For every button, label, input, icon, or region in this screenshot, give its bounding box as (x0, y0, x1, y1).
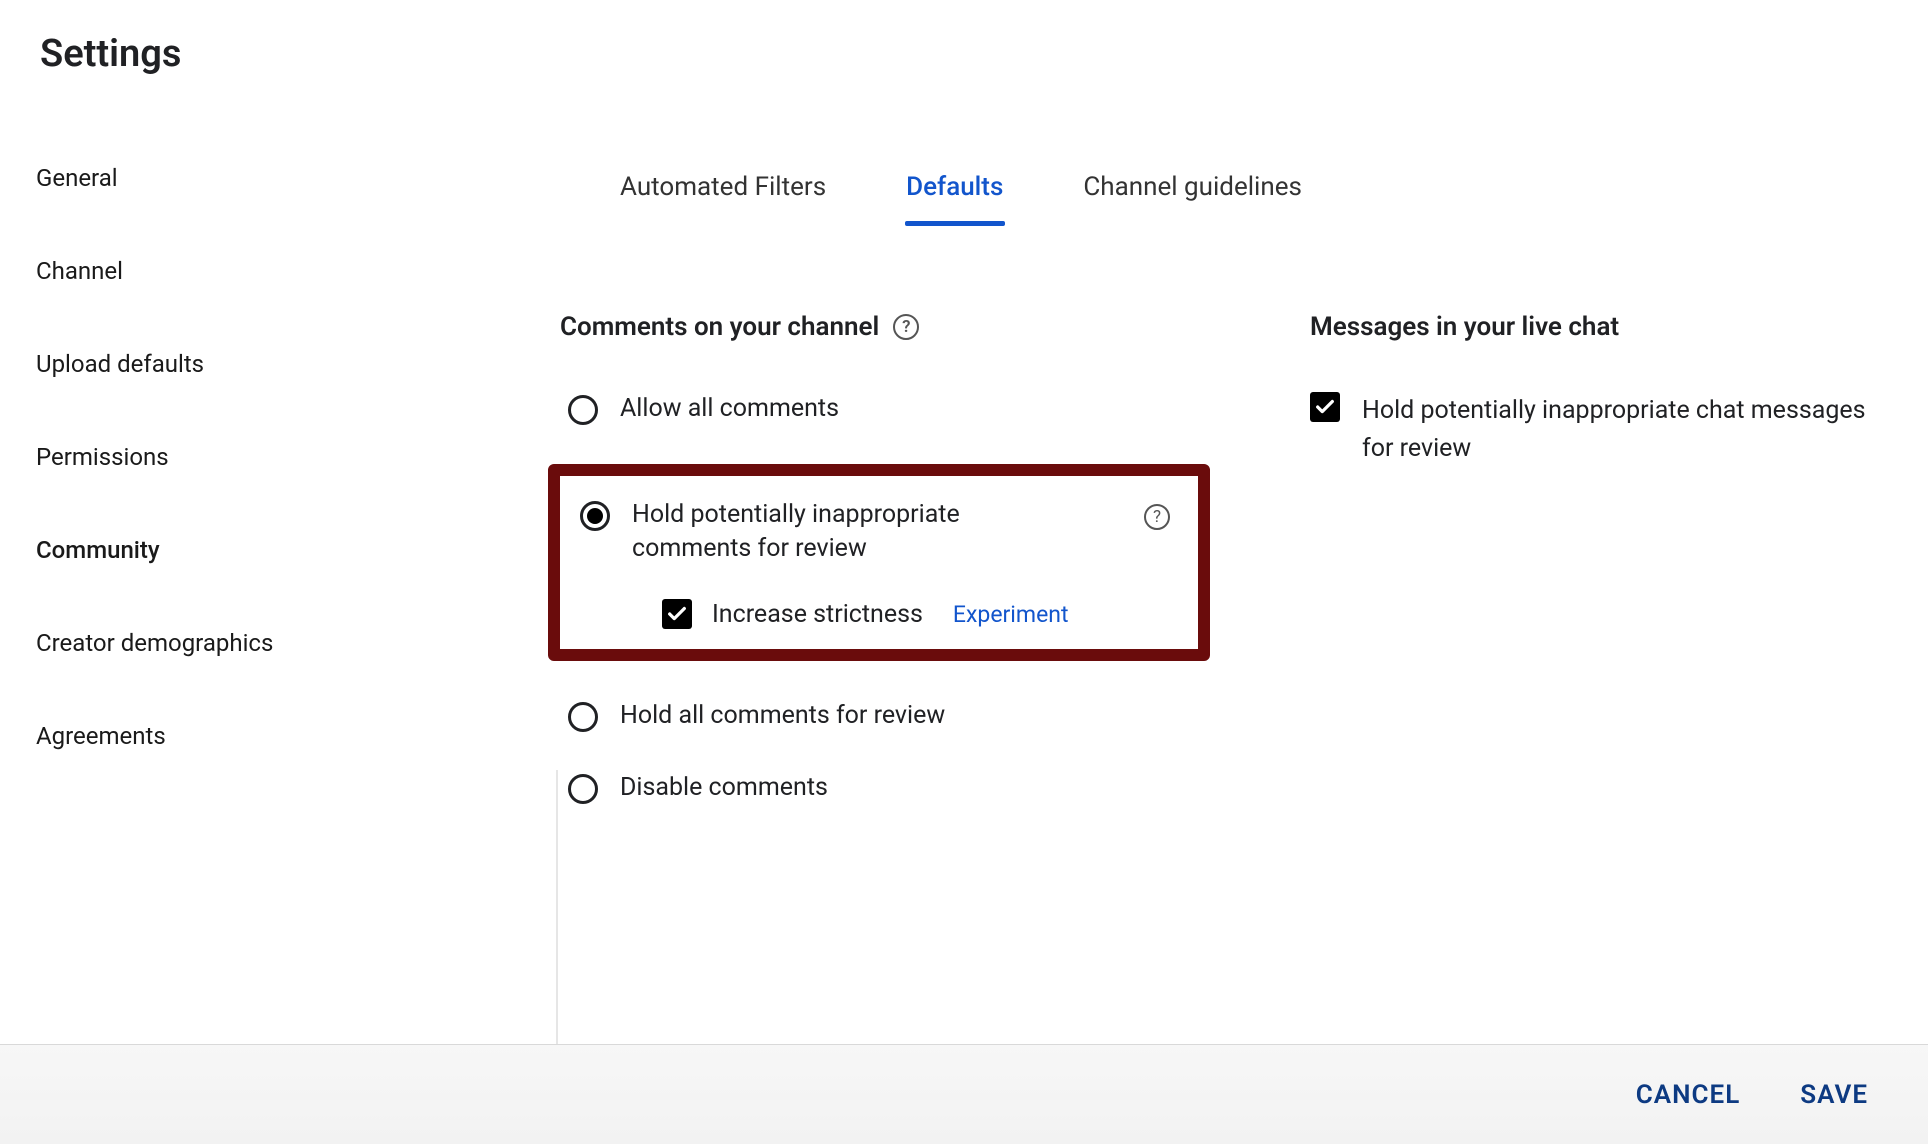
settings-page: Settings General Channel Upload defaults… (0, 0, 1928, 1144)
comments-section: Comments on your channel ? Allow all com… (560, 312, 1210, 805)
radio-label: Disable comments (620, 771, 828, 805)
radio-icon (568, 702, 598, 732)
sidebar-item-upload-defaults[interactable]: Upload defaults (36, 350, 436, 378)
sidebar: General Channel Upload defaults Permissi… (36, 164, 436, 750)
sidebar-item-community[interactable]: Community (36, 536, 436, 564)
checkbox-icon (662, 599, 692, 629)
livechat-section-title: Messages in your live chat (1310, 312, 1619, 342)
increase-strictness-option[interactable]: Increase strictness Experiment (662, 599, 1170, 629)
comments-section-title: Comments on your channel (560, 312, 879, 342)
checkbox-hold-livechat[interactable]: Hold potentially inappropriate chat mess… (1310, 392, 1870, 467)
sections: Comments on your channel ? Allow all com… (560, 312, 1860, 805)
tab-defaults[interactable]: Defaults (906, 172, 1003, 222)
cancel-button[interactable]: CANCEL (1636, 1080, 1740, 1110)
radio-label: Hold all comments for review (620, 699, 945, 733)
comments-radio-group: Allow all comments Hold potentially inap… (560, 392, 1210, 805)
radio-hold-all[interactable]: Hold all comments for review (568, 699, 1210, 733)
livechat-option-label: Hold potentially inappropriate chat mess… (1362, 392, 1870, 467)
sidebar-item-channel[interactable]: Channel (36, 257, 436, 285)
radio-hold-inappropriate[interactable]: Hold potentially inappropriate comments … (580, 498, 1170, 566)
tabs: Automated Filters Defaults Channel guide… (560, 172, 1860, 222)
radio-icon (568, 395, 598, 425)
radio-label: Hold potentially inappropriate comments … (632, 498, 1032, 566)
radio-disable[interactable]: Disable comments (568, 771, 1210, 805)
help-icon[interactable]: ? (893, 314, 919, 340)
comments-section-title-row: Comments on your channel ? (560, 312, 1210, 342)
sidebar-item-general[interactable]: General (36, 164, 436, 192)
sidebar-item-creator-demographics[interactable]: Creator demographics (36, 629, 436, 657)
livechat-section-title-row: Messages in your live chat (1310, 312, 1870, 342)
sidebar-item-agreements[interactable]: Agreements (36, 722, 436, 750)
tab-channel-guidelines[interactable]: Channel guidelines (1083, 172, 1302, 222)
highlighted-option: Hold potentially inappropriate comments … (548, 464, 1210, 662)
help-icon[interactable]: ? (1144, 504, 1170, 530)
radio-label: Allow all comments (620, 392, 839, 426)
sidebar-item-permissions[interactable]: Permissions (36, 443, 436, 471)
radio-allow-all[interactable]: Allow all comments (568, 392, 1210, 426)
save-button[interactable]: SAVE (1800, 1080, 1868, 1110)
content-area: Automated Filters Defaults Channel guide… (560, 172, 1860, 805)
livechat-section: Messages in your live chat Hold potentia… (1310, 312, 1870, 805)
experiment-badge: Experiment (953, 601, 1069, 628)
footer-bar: CANCEL SAVE (0, 1044, 1928, 1144)
increase-strictness-label: Increase strictness (712, 600, 923, 629)
checkbox-icon (1310, 392, 1340, 422)
tab-automated-filters[interactable]: Automated Filters (620, 172, 826, 222)
vertical-divider (556, 770, 558, 1050)
radio-icon (580, 501, 610, 531)
radio-icon (568, 774, 598, 804)
page-title: Settings (40, 32, 181, 76)
